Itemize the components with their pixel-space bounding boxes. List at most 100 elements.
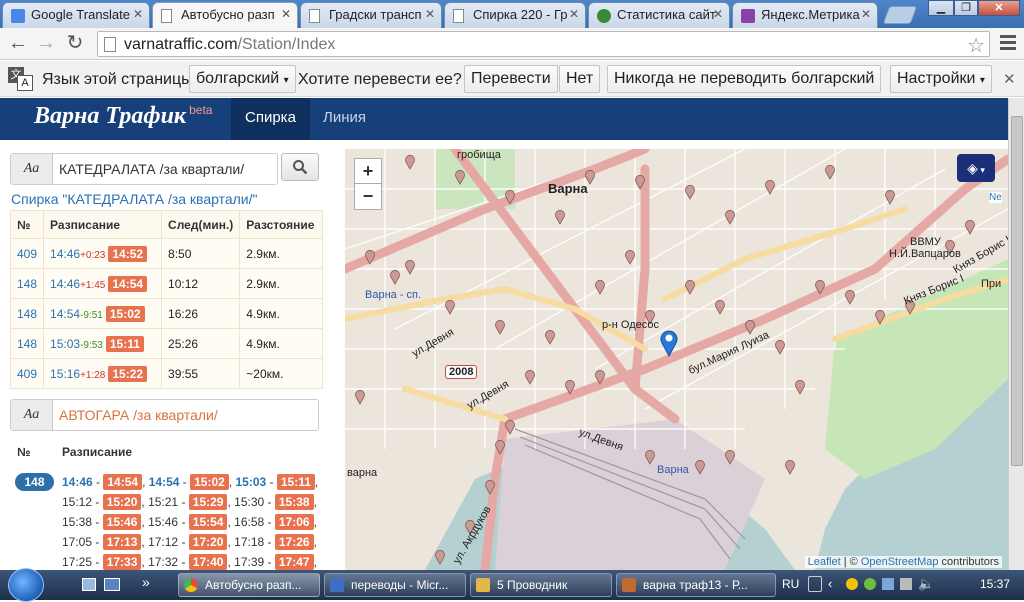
bus-stop-marker[interactable] bbox=[715, 299, 725, 315]
maximize-button[interactable]: ❐ bbox=[954, 0, 978, 16]
close-icon[interactable]: ✕ bbox=[425, 7, 435, 21]
line-number[interactable]: 148 bbox=[9, 298, 45, 329]
zoom-in-button[interactable]: + bbox=[354, 158, 382, 184]
volume-icon[interactable]: 🔈 bbox=[918, 576, 934, 592]
bus-stop-marker[interactable] bbox=[685, 279, 695, 295]
tab-bus-schedule[interactable]: Автобусно разп ✕ bbox=[152, 2, 298, 28]
bus-stop-marker[interactable] bbox=[365, 249, 375, 265]
bus-stop-marker[interactable] bbox=[725, 209, 735, 225]
tab-site-statistics[interactable]: Статистика сайт ✕ bbox=[588, 2, 730, 28]
tab-stop-220[interactable]: Спирка 220 - Гр ✕ bbox=[444, 2, 586, 28]
bus-stop-marker[interactable] bbox=[775, 339, 785, 355]
close-icon[interactable]: ✕ bbox=[281, 7, 291, 21]
layers-button[interactable]: ◈ ▾ bbox=[957, 154, 995, 182]
bus-stop-marker[interactable] bbox=[390, 269, 400, 285]
leaflet-link[interactable]: Leaflet bbox=[808, 556, 841, 568]
tray-icon[interactable] bbox=[846, 578, 858, 590]
bus-stop-marker[interactable] bbox=[505, 189, 515, 205]
quicklaunch-icon[interactable] bbox=[104, 578, 120, 591]
current-stop-marker[interactable] bbox=[660, 329, 678, 358]
site-logo[interactable]: Варна Трафик beta bbox=[34, 103, 212, 130]
font-toggle-icon[interactable]: Aa bbox=[11, 400, 53, 430]
bus-stop-marker[interactable] bbox=[815, 279, 825, 295]
bus-stop-marker[interactable] bbox=[595, 279, 605, 295]
bus-stop-marker[interactable] bbox=[685, 184, 695, 200]
bus-stop-marker[interactable] bbox=[965, 219, 975, 235]
tray-icon[interactable] bbox=[864, 578, 876, 590]
never-translate-button[interactable]: Никогда не переводить болгарский bbox=[607, 65, 882, 93]
map-view[interactable]: Варна гробища ВВМУ Н.Й.Вапцаров р-н Одес… bbox=[345, 149, 1008, 570]
language-indicator[interactable]: RU bbox=[782, 577, 799, 591]
search-button[interactable] bbox=[281, 153, 319, 181]
close-icon[interactable]: ✕ bbox=[861, 7, 871, 21]
bus-stop-marker[interactable] bbox=[595, 369, 605, 385]
line-number[interactable]: 148 bbox=[9, 268, 45, 299]
bus-stop-marker[interactable] bbox=[485, 479, 495, 495]
bus-stop-marker[interactable] bbox=[875, 309, 885, 325]
task-paint[interactable]: варна траф13 - Р... bbox=[616, 573, 776, 597]
network-icon[interactable] bbox=[900, 578, 912, 590]
font-toggle-icon[interactable]: Aa bbox=[11, 154, 53, 184]
task-chrome[interactable]: Автобусно разп... bbox=[178, 573, 320, 597]
line-number[interactable]: 148 bbox=[9, 328, 45, 359]
bus-stop-marker[interactable] bbox=[845, 289, 855, 305]
bus-stop-marker[interactable] bbox=[565, 379, 575, 395]
bus-stop-marker[interactable] bbox=[885, 189, 895, 205]
scrollbar-thumb[interactable] bbox=[1011, 116, 1023, 466]
bus-stop-marker[interactable] bbox=[785, 459, 795, 475]
task-explorer[interactable]: 5 Проводник bbox=[470, 573, 612, 597]
bus-stop-marker[interactable] bbox=[745, 319, 755, 335]
tray-icon[interactable] bbox=[882, 578, 894, 590]
close-icon[interactable]: ✕ bbox=[1003, 70, 1016, 88]
settings-button[interactable]: Настройки ▾ bbox=[890, 65, 992, 93]
bus-stop-marker[interactable] bbox=[555, 209, 565, 225]
url-text[interactable]: varnatraffic.com/Station/Index bbox=[124, 36, 335, 54]
no-button[interactable]: Нет bbox=[559, 65, 601, 93]
language-select[interactable]: болгарский ▾ bbox=[189, 65, 296, 93]
back-icon[interactable]: ← bbox=[6, 32, 30, 56]
bus-stop-marker[interactable] bbox=[405, 259, 415, 275]
bus-stop-marker[interactable] bbox=[725, 449, 735, 465]
bus-stop-marker[interactable] bbox=[445, 299, 455, 315]
tray-icon[interactable] bbox=[808, 576, 822, 592]
close-window-button[interactable]: ✕ bbox=[978, 0, 1020, 16]
bus-stop-marker[interactable] bbox=[625, 249, 635, 265]
bus-stop-marker[interactable] bbox=[505, 419, 515, 435]
bus-stop-marker[interactable] bbox=[495, 439, 505, 455]
task-word[interactable]: переводы - Micr... bbox=[324, 573, 466, 597]
bus-stop-marker[interactable] bbox=[825, 164, 835, 180]
tab-google-translate[interactable]: Google Translate ✕ bbox=[2, 2, 150, 28]
line-number[interactable]: 409 bbox=[9, 358, 45, 389]
new-tab-button[interactable] bbox=[882, 6, 918, 24]
osm-link[interactable]: OpenStreetMap bbox=[861, 556, 939, 568]
zoom-out-button[interactable]: − bbox=[354, 184, 382, 210]
tab-yandex-metrika[interactable]: Яндекс.Метрика ✕ bbox=[732, 2, 878, 28]
tab-city-transport[interactable]: Градски трансп ✕ bbox=[300, 2, 442, 28]
bus-stop-marker[interactable] bbox=[695, 459, 705, 475]
nav-station[interactable]: Спирка bbox=[231, 98, 310, 140]
bus-stop-marker[interactable] bbox=[405, 154, 415, 170]
show-desktop-icon[interactable] bbox=[82, 578, 96, 591]
start-button[interactable] bbox=[8, 568, 44, 602]
close-icon[interactable]: ✕ bbox=[569, 7, 579, 21]
bus-stop-marker[interactable] bbox=[545, 329, 555, 345]
bus-stop-marker[interactable] bbox=[355, 389, 365, 405]
reload-icon[interactable]: ↻ bbox=[63, 32, 87, 56]
address-bar[interactable]: varnatraffic.com/Station/Index ☆ bbox=[97, 31, 990, 57]
clock[interactable]: 15:37 bbox=[980, 577, 1010, 591]
line-number[interactable]: 409 bbox=[9, 238, 45, 269]
bus-stop-marker[interactable] bbox=[635, 174, 645, 190]
translate-button[interactable]: Перевести bbox=[464, 65, 558, 93]
bus-stop-marker[interactable] bbox=[455, 169, 465, 185]
station-search-input[interactable]: Aa КАТЕДРАЛАТА /за квартали/ bbox=[10, 153, 278, 185]
chevron-right-icon[interactable]: » bbox=[142, 574, 150, 590]
forward-icon[interactable]: → bbox=[34, 32, 58, 56]
page-scrollbar[interactable] bbox=[1008, 98, 1024, 570]
chevron-left-icon[interactable]: ‹ bbox=[828, 576, 832, 591]
menu-icon[interactable] bbox=[1000, 35, 1016, 53]
destination-search-input[interactable]: Aa АВТОГАРА /за квартали/ bbox=[10, 399, 319, 431]
close-icon[interactable]: ✕ bbox=[133, 7, 143, 21]
bus-stop-marker[interactable] bbox=[645, 449, 655, 465]
bus-stop-marker[interactable] bbox=[795, 379, 805, 395]
bus-stop-marker[interactable] bbox=[495, 319, 505, 335]
